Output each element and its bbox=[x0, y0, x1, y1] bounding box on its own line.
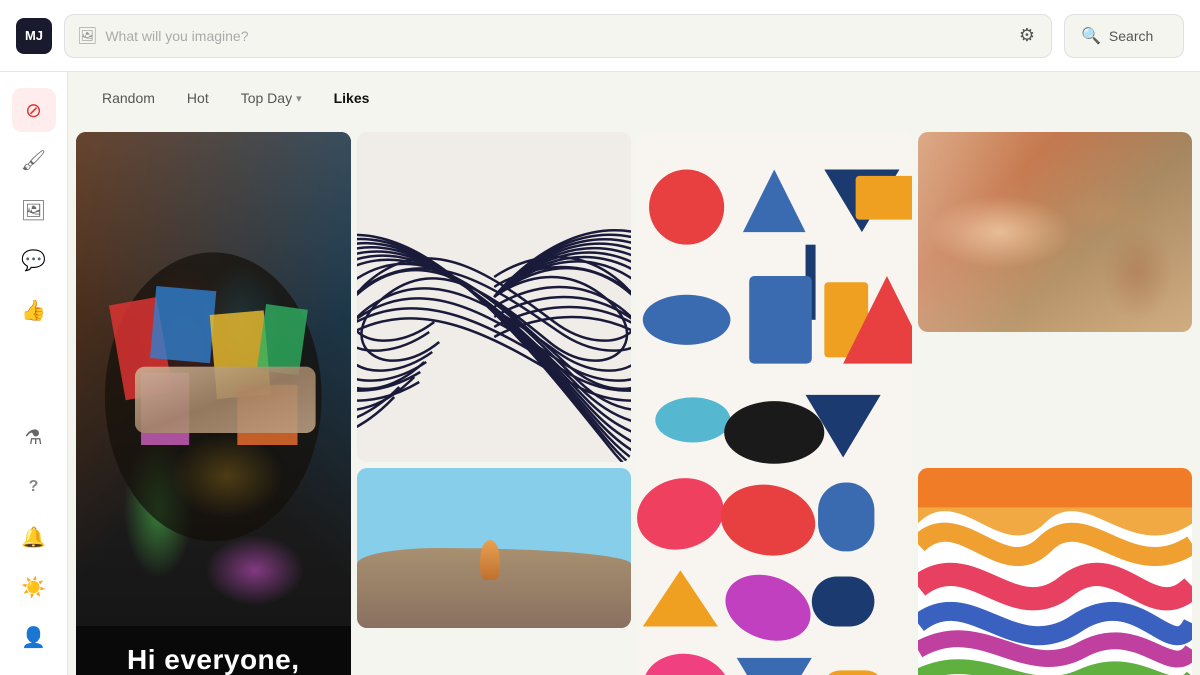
tab-random[interactable]: Random bbox=[88, 84, 169, 112]
sidebar-item-messages[interactable]: 💬 bbox=[12, 238, 56, 282]
help-icon: ? bbox=[29, 478, 39, 496]
sidebar-item-theme[interactable]: ☀️ bbox=[12, 565, 56, 609]
image-colorwaves[interactable] bbox=[918, 468, 1193, 675]
text-search-label: Search bbox=[1109, 28, 1153, 44]
search-icon: 🔍 bbox=[1081, 26, 1101, 46]
image-grid: Hi everyone, welcome to Midjourney! bbox=[68, 124, 1200, 675]
sidebar-item-gallery[interactable]: 🖼 bbox=[12, 188, 56, 232]
filter-tabs: Random Hot Top Day ▾ Likes bbox=[68, 72, 1200, 124]
image-wavy[interactable] bbox=[357, 132, 632, 462]
chat-icon: 💬 bbox=[21, 248, 46, 273]
sidebar-item-lab[interactable]: ⚗ bbox=[12, 415, 56, 459]
brush-icon: 🖌 bbox=[21, 148, 46, 173]
tab-topday[interactable]: Top Day ▾ bbox=[227, 84, 316, 112]
text-search-button[interactable]: 🔍 Search bbox=[1064, 14, 1184, 58]
logo[interactable]: MJ bbox=[16, 18, 52, 54]
bell-icon: 🔔 bbox=[21, 525, 46, 550]
filter-button[interactable]: ⚙ bbox=[1015, 21, 1039, 50]
image-icon: 🖼 bbox=[21, 198, 46, 223]
image-metalblobs[interactable] bbox=[918, 132, 1193, 332]
compass-icon: ⊘ bbox=[25, 98, 42, 123]
thumbsup-icon: 👍 bbox=[21, 298, 46, 323]
user-icon: 👤 bbox=[21, 625, 46, 650]
flask-icon: ⚗ bbox=[25, 425, 43, 450]
search-input[interactable] bbox=[105, 28, 1007, 44]
sidebar-item-notifications[interactable]: 🔔 bbox=[12, 515, 56, 559]
sidebar-item-help[interactable]: ? bbox=[12, 465, 56, 509]
tab-hot[interactable]: Hot bbox=[173, 84, 223, 112]
sun-icon: ☀️ bbox=[21, 575, 46, 600]
content-area: Random Hot Top Day ▾ Likes bbox=[68, 72, 1200, 675]
image-search-icon: 🖼 bbox=[77, 26, 97, 46]
image-figurerock[interactable] bbox=[357, 468, 632, 628]
image-colorface[interactable]: Hi everyone, welcome to Midjourney! bbox=[76, 132, 351, 675]
image-geo[interactable] bbox=[637, 132, 912, 675]
main-layout: ⊘ 🖌 🖼 💬 👍 ⚗ ? 🔔 ☀️ 👤 bbox=[0, 72, 1200, 675]
sidebar-item-profile[interactable]: 👤 bbox=[12, 615, 56, 659]
sidebar-item-likes[interactable]: 👍 bbox=[12, 288, 56, 332]
sidebar-item-create[interactable]: 🖌 bbox=[12, 138, 56, 182]
grid-wrapper: Hi everyone, welcome to Midjourney! bbox=[68, 124, 1200, 675]
sidebar: ⊘ 🖌 🖼 💬 👍 ⚗ ? 🔔 ☀️ 👤 bbox=[0, 72, 68, 675]
top-nav: MJ 🖼 ⚙ 🔍 Search bbox=[0, 0, 1200, 72]
sidebar-item-explore[interactable]: ⊘ bbox=[12, 88, 56, 132]
search-bar: 🖼 ⚙ bbox=[64, 14, 1052, 58]
chevron-down-icon: ▾ bbox=[296, 92, 302, 105]
tab-likes[interactable]: Likes bbox=[320, 84, 384, 112]
